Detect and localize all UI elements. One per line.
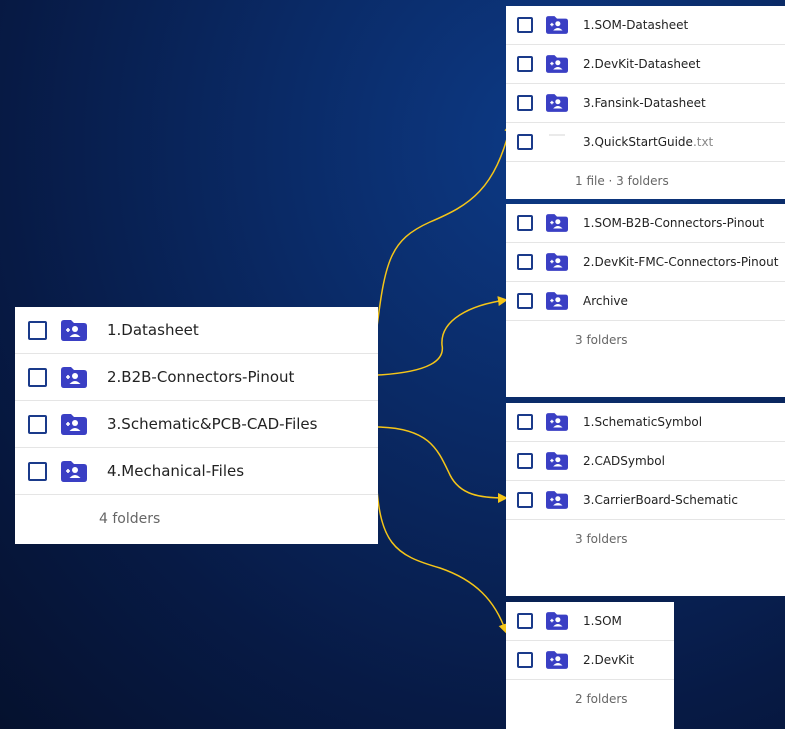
checkbox[interactable] — [517, 613, 533, 629]
main-folder-list: 1.Datasheet 2.B2B-Connectors-Pinout 3.Sc… — [15, 307, 378, 544]
checkbox[interactable] — [28, 367, 47, 387]
shared-folder-icon — [546, 214, 568, 232]
item-count: 3 folders — [575, 532, 628, 546]
folder-name: 4.Mechanical-Files — [107, 462, 245, 480]
shared-folder-icon — [546, 612, 568, 630]
checkbox[interactable] — [517, 453, 533, 469]
folder-row[interactable]: 3.Fansink-Datasheet — [506, 84, 785, 123]
file-basename: 3.QuickStartGuide — [583, 135, 693, 149]
checkbox[interactable] — [517, 492, 533, 508]
shared-folder-icon — [61, 319, 87, 341]
checkbox[interactable] — [517, 17, 533, 33]
checkbox[interactable] — [517, 134, 533, 150]
shared-folder-icon — [546, 413, 568, 431]
folder-row-mechanical[interactable]: 4.Mechanical-Files — [15, 448, 378, 495]
folder-row[interactable]: 2.DevKit — [506, 641, 674, 680]
folder-row[interactable]: 2.DevKit-FMC-Connectors-Pinout — [506, 243, 785, 282]
folder-name: 2.DevKit-FMC-Connectors-Pinout — [583, 255, 779, 269]
folder-name: 2.CADSymbol — [583, 454, 665, 468]
folder-row[interactable]: 2.CADSymbol — [506, 442, 785, 481]
shared-folder-icon — [546, 491, 568, 509]
arrow-to-pinout-panel — [377, 296, 508, 376]
shared-folder-icon — [61, 413, 87, 435]
checkbox[interactable] — [28, 414, 47, 434]
file-row[interactable]: 3.QuickStartGuide.txt — [506, 123, 785, 162]
file-name: 3.QuickStartGuide.txt — [583, 135, 713, 149]
shared-folder-icon — [546, 253, 568, 271]
datasheet-folder-contents: 1.SOM-Datasheet 2.DevKit-Datasheet 3.Fan… — [506, 6, 785, 199]
folder-name: 3.CarrierBoard-Schematic — [583, 493, 738, 507]
arrow-to-mechanical-panel — [375, 469, 509, 634]
folder-row-datasheet[interactable]: 1.Datasheet — [15, 307, 378, 354]
checkbox[interactable] — [517, 254, 533, 270]
item-count: 4 folders — [99, 511, 161, 527]
shared-folder-icon — [546, 452, 568, 470]
folder-name: 2.DevKit — [583, 653, 635, 667]
folder-name: 2.DevKit-Datasheet — [583, 57, 701, 71]
shared-folder-icon — [546, 94, 568, 112]
item-count: 3 folders — [575, 333, 628, 347]
folder-row-schematic-cad[interactable]: 3.Schematic&PCB-CAD-Files — [15, 401, 378, 448]
folder-row[interactable]: 1.SOM-Datasheet — [506, 6, 785, 45]
arrow-to-cad-panel — [377, 426, 508, 503]
checkbox[interactable] — [517, 215, 533, 231]
folder-row[interactable]: 3.CarrierBoard-Schematic — [506, 481, 785, 520]
folder-name: 1.SOM-Datasheet — [583, 18, 689, 32]
shared-folder-icon — [61, 460, 87, 482]
folder-name: 1.SOM-B2B-Connectors-Pinout — [583, 216, 765, 230]
folder-row[interactable]: 1.SOM — [506, 602, 674, 641]
folder-name: Archive — [583, 294, 628, 308]
checkbox[interactable] — [517, 95, 533, 111]
shared-folder-icon — [546, 55, 568, 73]
folder-name: 1.SOM — [583, 614, 622, 628]
folder-row-b2b-pinout[interactable]: 2.B2B-Connectors-Pinout — [15, 354, 378, 401]
folder-name: 2.B2B-Connectors-Pinout — [107, 368, 295, 386]
folder-row[interactable]: 2.DevKit-Datasheet — [506, 45, 785, 84]
folder-row[interactable]: Archive — [506, 282, 785, 321]
text-file-icon — [546, 133, 568, 151]
checkbox[interactable] — [28, 320, 47, 340]
pinout-folder-contents: 1.SOM-B2B-Connectors-Pinout 2.DevKit-FMC… — [506, 204, 785, 397]
checkbox[interactable] — [517, 56, 533, 72]
folder-row[interactable]: 1.SOM-B2B-Connectors-Pinout — [506, 204, 785, 243]
folder-name: 3.Fansink-Datasheet — [583, 96, 706, 110]
checkbox[interactable] — [28, 461, 47, 481]
folder-row[interactable]: 1.SchematicSymbol — [506, 403, 785, 442]
folder-name: 3.Schematic&PCB-CAD-Files — [107, 415, 318, 433]
checkbox[interactable] — [517, 414, 533, 430]
cad-folder-contents: 1.SchematicSymbol 2.CADSymbol 3.CarrierB… — [506, 403, 785, 596]
shared-folder-icon — [546, 16, 568, 34]
item-count: 2 folders — [575, 692, 628, 706]
mechanical-folder-contents: 1.SOM 2.DevKit 2 folders — [506, 602, 674, 729]
checkbox[interactable] — [517, 293, 533, 309]
shared-folder-icon — [546, 651, 568, 669]
folder-name: 1.SchematicSymbol — [583, 415, 703, 429]
folder-name: 1.Datasheet — [107, 321, 199, 339]
shared-folder-icon — [546, 292, 568, 310]
item-count: 1 file · 3 folders — [575, 174, 669, 188]
shared-folder-icon — [61, 366, 87, 388]
file-extension: .txt — [692, 135, 714, 149]
checkbox[interactable] — [517, 652, 533, 668]
